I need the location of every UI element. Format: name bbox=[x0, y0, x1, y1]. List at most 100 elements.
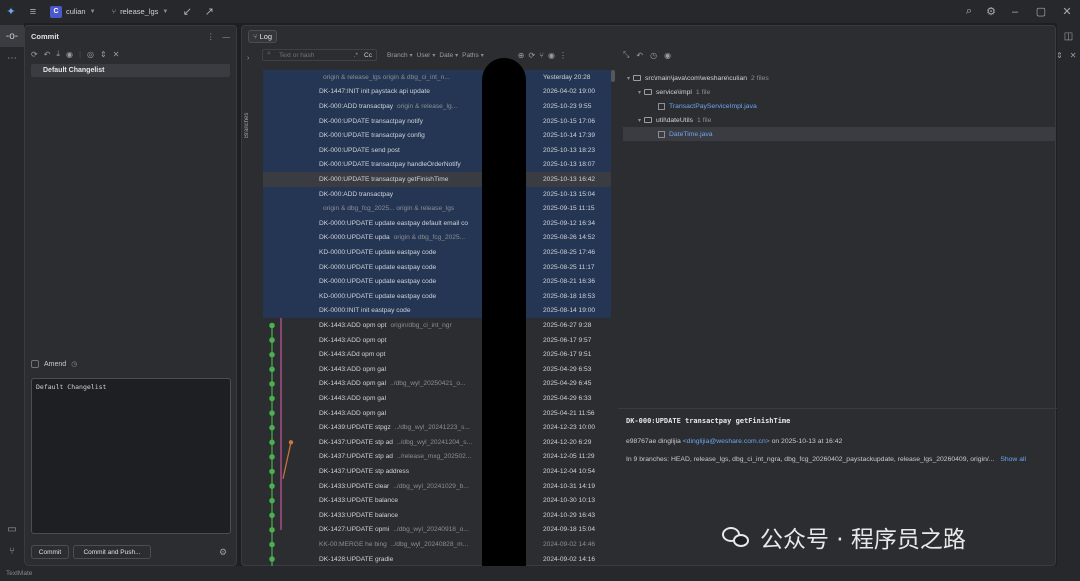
commit-row[interactable]: DK-000:UPDATE transactpay config 2025-10-… bbox=[263, 128, 611, 143]
group-by-icon[interactable]: ◎ bbox=[87, 50, 94, 59]
expand-all-icon[interactable]: ⇕ bbox=[100, 50, 107, 59]
amend-checkbox[interactable]: Amend ◷ bbox=[31, 360, 77, 368]
commit-row[interactable]: DK-000:UPDATE send post 2025-10-13 18:23 bbox=[263, 143, 611, 158]
commit-row[interactable]: DK-1428:UPDATE gradle 2024-09-02 14:16 bbox=[263, 552, 611, 566]
commit-button[interactable]: Commit bbox=[31, 545, 69, 559]
commit-row[interactable]: DK-1447:INIT init paystack api updateng2… bbox=[263, 84, 611, 100]
commit-tool-icon[interactable]: -o- bbox=[0, 25, 24, 47]
commit-row[interactable]: DK-1433:UPDATE balance 2024-10-30 10:13 bbox=[263, 493, 611, 508]
commit-row[interactable]: DK-1437:UPDATE stp ad ../release_mxg_2025… bbox=[263, 450, 611, 465]
commit-row[interactable]: DK-000:ADD transactpay origin & release_l… bbox=[263, 99, 611, 114]
commit-row[interactable]: DK-0000:UPDATE update eastpay codeng2025… bbox=[263, 274, 611, 289]
commit-settings-gear-icon[interactable]: ⚙ bbox=[219, 547, 227, 558]
commit-row[interactable]: DK-000:UPDATE transactpay notify 2025-10-… bbox=[263, 113, 611, 129]
more-tools-icon[interactable]: ⋯ bbox=[0, 47, 24, 69]
history-icon[interactable]: ◷ bbox=[650, 51, 657, 60]
checkbox-box[interactable] bbox=[31, 360, 39, 368]
minimize-icon[interactable]: – bbox=[1002, 0, 1028, 23]
commit-row[interactable]: DK-1437:UPDATE stp ad ../dbg_wyl_20241204… bbox=[263, 435, 611, 450]
filter-branch[interactable]: Branch ▾ bbox=[387, 52, 413, 59]
notifications-icon[interactable]: ◫ bbox=[1057, 25, 1080, 47]
commit-row[interactable]: DK-000:UPDATE transactpay getFinishTime 2… bbox=[263, 172, 611, 187]
regex-icon[interactable]: .* bbox=[354, 52, 358, 59]
expand-icon[interactable]: ⤡ bbox=[623, 50, 629, 60]
app-logo-icon[interactable]: ✦ bbox=[0, 0, 22, 23]
commit-row[interactable]: DK-0000:UPDATE upda origin & dbg_fcg_2025… bbox=[263, 230, 611, 246]
commit-row[interactable]: DK-000:ADD transactpay 2025-10-13 15:04 bbox=[263, 186, 611, 202]
filter-date[interactable]: Date ▾ bbox=[439, 52, 458, 59]
refresh-icon[interactable]: ⟳ bbox=[528, 51, 535, 60]
chevron-down-icon[interactable]: ▾ bbox=[638, 89, 641, 96]
search-icon[interactable]: ⌕ bbox=[958, 0, 980, 23]
commit-row[interactable]: origin & dbg_fcg_2025... origin & releas… bbox=[263, 201, 611, 216]
revert-icon[interactable]: ↶ bbox=[636, 51, 643, 60]
commit-row[interactable]: DK-1427:UPDATE opmi ../dbg_wyl_20240918_o… bbox=[263, 523, 611, 538]
close-icon[interactable]: ✕ bbox=[1054, 0, 1080, 23]
history-icon[interactable]: ◷ bbox=[71, 360, 77, 368]
rollback-icon[interactable]: ↶ bbox=[44, 50, 51, 59]
filter-user[interactable]: User ▾ bbox=[417, 52, 436, 59]
commit-row[interactable]: DK-1433:UPDATE balance 2024-10-29 16:43 bbox=[263, 508, 611, 523]
commit-row[interactable]: DK-1443:ADD opm gal 2025-04-29 6:33 bbox=[263, 391, 611, 406]
commit-row[interactable]: DK-1443:ADD opm gal 2025-04-21 11:56 bbox=[263, 406, 611, 421]
options-icon[interactable]: ⋮ bbox=[207, 32, 215, 41]
commit-row[interactable]: DK-0000:UPDATE update eastpay codeng2025… bbox=[263, 259, 611, 275]
commit-row[interactable]: DK-1443:ADD opm gal ../dbg_wyl_20250421_o… bbox=[263, 377, 611, 392]
filter-paths[interactable]: Paths ▾ bbox=[462, 52, 484, 59]
commit-row[interactable]: DK-1443:ADd opm opt 2025-06-17 9:51 bbox=[263, 347, 611, 362]
collapse-all-icon[interactable]: ✕ bbox=[1070, 51, 1077, 60]
log-search-input[interactable]: ⌕ Text or hash .* Cc bbox=[262, 49, 377, 61]
commit-row[interactable]: DK-1433:UPDATE clear ../dbg_wyl_20241029_… bbox=[263, 479, 611, 494]
chevron-down-icon[interactable]: ▾ bbox=[627, 75, 630, 82]
collapse-all-icon[interactable]: ✕ bbox=[113, 50, 120, 59]
push-icon[interactable]: ↗ bbox=[198, 0, 220, 23]
cherry-pick-icon[interactable]: ⑂ bbox=[539, 51, 544, 60]
main-menu-icon[interactable]: ≡ bbox=[22, 0, 44, 23]
expand-all-icon[interactable]: ⇕ bbox=[1056, 51, 1063, 60]
project-switcher[interactable]: C culian ▼ bbox=[50, 5, 96, 18]
show-diff-icon[interactable]: ◉ bbox=[66, 50, 73, 59]
git-icon[interactable]: ⑂ bbox=[0, 540, 24, 562]
refresh-icon[interactable]: ⟳ bbox=[31, 50, 38, 59]
commit-row[interactable]: origin & release_lgs origin & dbg_ci_int… bbox=[263, 70, 611, 85]
update-icon[interactable]: ⤓ bbox=[56, 49, 60, 59]
show-all-link[interactable]: Show all bbox=[1000, 456, 1026, 463]
hide-panel-icon[interactable]: — bbox=[223, 32, 231, 41]
branches-vertical-tab[interactable]: Branches bbox=[244, 78, 254, 138]
commit-row[interactable]: DK-0000:UPDATE update eastpay default em… bbox=[263, 216, 611, 231]
author-email-link[interactable]: <dinglijia@weshare.com.cn> bbox=[683, 438, 770, 445]
commit-and-push-button[interactable]: Commit and Push... bbox=[73, 545, 151, 559]
commit-row[interactable]: DK-0000:INIT init eastpay codeng2025-08-… bbox=[263, 303, 611, 319]
options-icon[interactable]: ⋮ bbox=[559, 51, 567, 60]
terminal-icon[interactable]: ▭ bbox=[0, 518, 24, 540]
more-filters-icon[interactable]: ⊕ bbox=[518, 51, 525, 60]
commit-row[interactable]: KD-0000:UPDATE update eastpay codeng2025… bbox=[263, 245, 611, 260]
maximize-icon[interactable]: ▢ bbox=[1028, 0, 1054, 23]
settings-gear-icon[interactable]: ⚙ bbox=[980, 0, 1002, 23]
commit-row[interactable]: DK-000:UPDATE transactpay handleOrderNot… bbox=[263, 157, 611, 173]
eye-icon[interactable]: ◉ bbox=[548, 51, 555, 60]
tab-log[interactable]: ⑂ Log bbox=[248, 29, 278, 43]
commit-row[interactable]: DK-1443:ADD opm opt 2025-06-17 9:57 bbox=[263, 333, 611, 348]
commit-row[interactable]: DK-1439:UPDATE stpgz ../dbg_wyl_20241223_… bbox=[263, 420, 611, 435]
match-case-toggle[interactable]: Cc bbox=[364, 52, 372, 59]
commit-row[interactable]: DK-1443:ADD opm opt origin/dbg_ci_int_ngr… bbox=[263, 318, 611, 333]
tree-folder[interactable]: ▾ service\impl 1 file bbox=[623, 85, 1056, 99]
details-divider[interactable] bbox=[618, 408, 1057, 409]
update-project-icon[interactable]: ↙ bbox=[176, 0, 198, 23]
tree-file[interactable]: TransactPayServiceImpl.java bbox=[623, 99, 1056, 113]
commit-row[interactable]: DK-1437:UPDATE stp address 2024-12-04 10:… bbox=[263, 464, 611, 479]
commit-message-input[interactable]: Default Changelist bbox=[31, 378, 231, 534]
scrollbar-thumb[interactable] bbox=[611, 70, 615, 82]
commit-row[interactable]: KD-0000:UPDATE update eastpay codeng2025… bbox=[263, 289, 611, 304]
eye-icon[interactable]: ◉ bbox=[664, 51, 671, 60]
tree-folder[interactable]: ▾ src\main\java\com\weshare\culian 2 files bbox=[623, 71, 1056, 85]
commit-row[interactable]: KK-00:MERGE he bing ../dbg_wyl_20240828_m… bbox=[263, 537, 611, 552]
tree-folder[interactable]: ▾ util\dateUtils 1 file bbox=[623, 113, 1056, 127]
branch-switcher[interactable]: ⑂ release_lgs ▼ bbox=[112, 7, 169, 16]
commit-row[interactable]: DK-1443:ADD opm gal 2025-04-29 6:53 bbox=[263, 362, 611, 377]
changelist-default[interactable]: Default Changelist bbox=[31, 64, 230, 77]
chevron-down-icon[interactable]: ▾ bbox=[638, 117, 641, 124]
tree-file[interactable]: DateTime.java bbox=[623, 127, 1056, 141]
expand-branches-icon[interactable]: › bbox=[247, 55, 249, 62]
